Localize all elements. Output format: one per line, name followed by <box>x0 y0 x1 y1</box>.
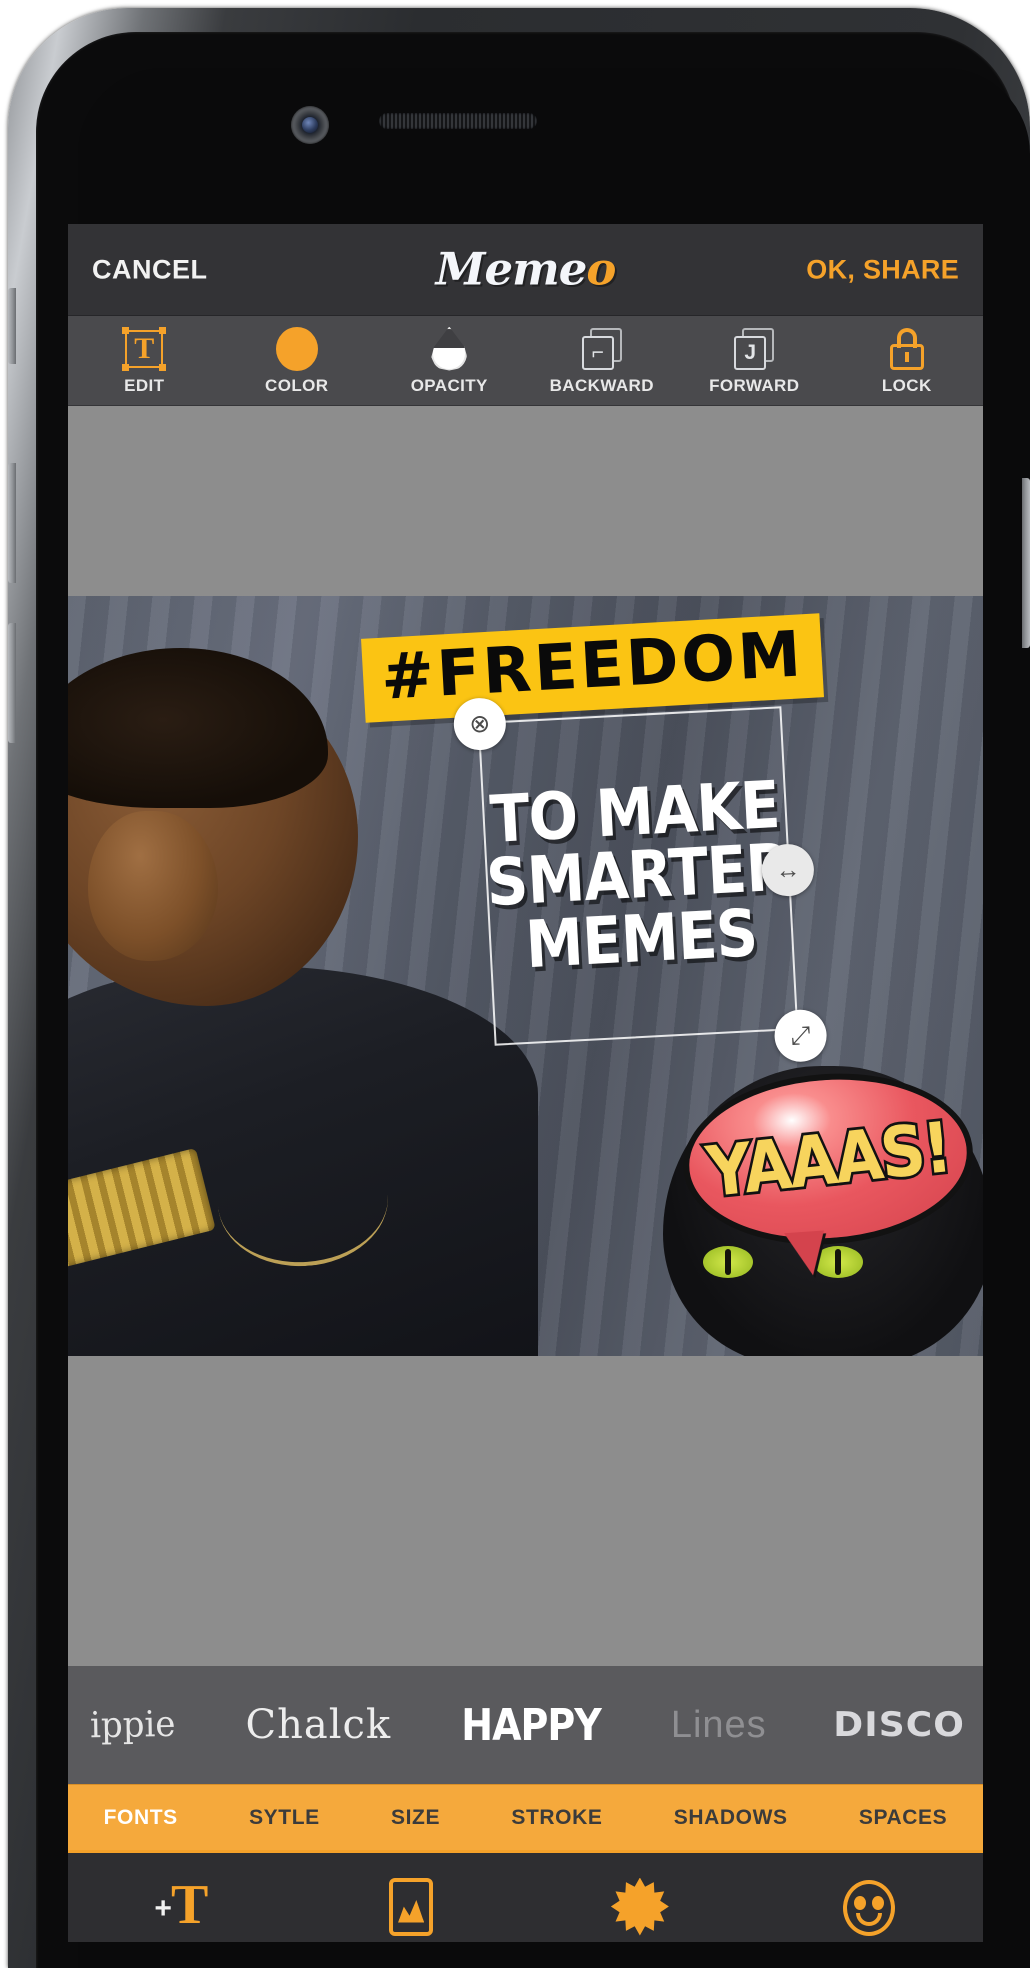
image-icon <box>389 1870 434 1936</box>
object-toolbar: T EDIT COLOR OPACITY ⌐ BACKWARD J FORWAR… <box>68 316 983 406</box>
lock-icon <box>889 326 924 372</box>
font-option-chalck-label: Chalck <box>245 1702 392 1748</box>
action-stickers[interactable]: STICKERS <box>540 1870 740 1943</box>
text-property-tabs: FONTS SYTLE SIZE STROKE SHADOWS SPACES <box>68 1784 983 1850</box>
tool-forward[interactable]: J FORWARD <box>679 326 829 396</box>
phone-screen: CANCEL Memeo OK, SHARE T EDIT COLOR OPAC… <box>68 224 983 1942</box>
volume-down-button[interactable] <box>8 623 16 743</box>
font-option-lines[interactable]: Lines <box>655 1704 783 1747</box>
action-emojis-label: EMOJIS <box>827 1942 909 1943</box>
tool-color[interactable]: COLOR <box>222 326 372 396</box>
yaaas-sticker-label: YAAAS! <box>700 1103 956 1215</box>
font-option-chalck[interactable]: Chalck <box>230 1702 408 1748</box>
tool-color-label: COLOR <box>265 375 329 395</box>
font-option-disco-label: DISCO <box>833 1705 965 1745</box>
action-emojis[interactable]: EMOJIS <box>769 1870 969 1943</box>
tool-opacity-label: OPACITY <box>410 375 488 395</box>
volume-up-button[interactable] <box>8 463 16 583</box>
tool-edit-label: EDIT <box>124 375 165 395</box>
freedom-text-label: #FREEDOM <box>379 617 806 714</box>
selected-text-object[interactable]: TO MAKE SMARTER MEMES ⊗ ↔ ⤢ <box>452 696 828 1064</box>
action-stickers-label: STICKERS <box>585 1942 695 1943</box>
action-add-text-label: ADD TEXT <box>128 1942 237 1943</box>
opacity-droplet-icon <box>431 326 468 372</box>
action-image[interactable]: IMAGE <box>311 1870 511 1943</box>
app-logo-text: Meme <box>435 241 588 295</box>
tab-sytle[interactable]: SYTLE <box>249 1806 320 1830</box>
tab-size[interactable]: SIZE <box>391 1806 440 1830</box>
tool-lock-label: LOCK <box>881 375 932 395</box>
front-camera-icon <box>291 106 329 144</box>
tab-spaces[interactable]: SPACES <box>859 1806 947 1830</box>
selected-text-lines: TO MAKE SMARTER MEMES <box>480 708 796 1043</box>
photo-subject-hand <box>88 811 218 961</box>
starburst-icon <box>610 1870 669 1936</box>
tab-stroke[interactable]: STROKE <box>511 1806 602 1830</box>
editor-canvas[interactable]: #FREEDOM TO MAKE SMARTER MEMES ⊗ ↔ ⤢ YAA… <box>68 406 983 1666</box>
cancel-button[interactable]: CANCEL <box>92 254 208 285</box>
send-backward-glyph: ⌐ <box>581 335 614 370</box>
power-button[interactable] <box>1022 478 1030 648</box>
tool-backward[interactable]: ⌐ BACKWARD <box>527 326 677 396</box>
font-option-happy[interactable]: HAPPY <box>445 1699 616 1751</box>
tool-edit[interactable]: T EDIT <box>69 326 219 396</box>
tab-shadows[interactable]: SHADOWS <box>674 1806 788 1830</box>
app-logo-accent: o <box>586 241 616 295</box>
color-circle-icon <box>275 326 318 372</box>
ok-share-button[interactable]: OK, SHARE <box>806 254 959 285</box>
bring-forward-glyph: J <box>734 335 767 370</box>
tool-backward-label: BACKWARD <box>549 375 654 395</box>
tool-opacity[interactable]: OPACITY <box>374 326 524 396</box>
action-image-label: IMAGE <box>375 1942 446 1943</box>
yaaas-sticker-object[interactable]: YAAAS! <box>677 1064 979 1278</box>
font-option-happy-label: HAPPY <box>461 1699 601 1751</box>
tool-forward-label: FORWARD <box>709 375 800 395</box>
app-logo: Memeo <box>435 241 617 295</box>
emoji-face-icon <box>842 1870 895 1936</box>
add-text-icon: T + <box>154 1873 209 1936</box>
bring-forward-icon: J <box>734 326 775 372</box>
selected-text-line-3: MEMES <box>523 894 759 983</box>
tab-fonts[interactable]: FONTS <box>104 1806 178 1830</box>
font-option-hippie[interactable]: ippie <box>74 1703 191 1747</box>
action-add-text[interactable]: T+ ADD TEXT <box>82 1870 282 1943</box>
font-carousel[interactable]: ippie Chalck HAPPY Lines DISCO <box>68 1666 983 1784</box>
meme-photo[interactable]: #FREEDOM TO MAKE SMARTER MEMES ⊗ ↔ ⤢ YAA… <box>68 596 983 1356</box>
send-backward-icon: ⌐ <box>581 326 622 372</box>
bottom-action-bar: T+ ADD TEXT IMAGE STICKERS EMOJIS <box>68 1850 983 1942</box>
phone-device-frame: CANCEL Memeo OK, SHARE T EDIT COLOR OPAC… <box>8 8 1030 1968</box>
font-option-hippie-label: ippie <box>89 1703 176 1747</box>
app-header: CANCEL Memeo OK, SHARE <box>68 224 983 316</box>
text-edit-icon: T <box>122 326 167 372</box>
tool-lock[interactable]: LOCK <box>832 326 982 396</box>
font-option-disco[interactable]: DISCO <box>821 1705 977 1745</box>
mute-switch[interactable] <box>8 288 16 364</box>
font-option-lines-label: Lines <box>670 1703 767 1746</box>
earpiece-speaker <box>379 113 537 129</box>
